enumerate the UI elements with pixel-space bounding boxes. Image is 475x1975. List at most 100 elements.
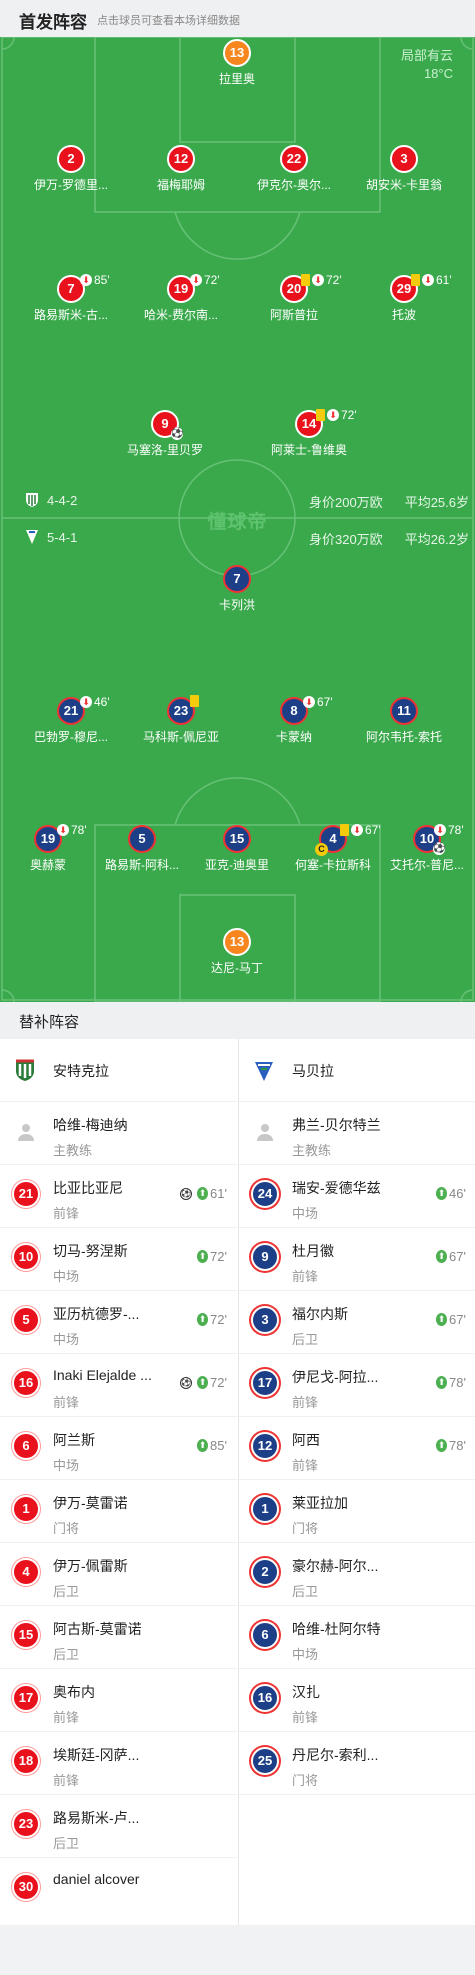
goal-ball-icon: ⚽ xyxy=(180,1187,193,1200)
player-marker[interactable]: 3 胡安米-卡里翁 xyxy=(349,145,459,193)
player-marker[interactable]: 21 ⬇ 46' 巴勃罗-穆尼... xyxy=(16,695,126,745)
sub-player-row[interactable]: 30 daniel alcover xyxy=(0,1858,237,1921)
player-name: 阿莱士-鲁维奥 xyxy=(271,443,347,457)
coach-row[interactable]: 弗兰-贝尔特兰 主教练 xyxy=(239,1102,475,1165)
sub-player-row[interactable]: 24 瑞安-爱德华兹 中场 ⬆ 46' xyxy=(239,1165,475,1228)
player-marker[interactable]: 9 ⚽ 马塞洛-里贝罗 xyxy=(110,410,220,458)
away-subs-column: 马贝拉 弗兰-贝尔特兰 主教练 24 瑞安-爱德华兹 中场 ⬆ 46' 9 杜月徽… xyxy=(238,1039,475,1925)
player-name: 汉扎 xyxy=(292,1684,320,1700)
player-name: 福梅耶姆 xyxy=(156,178,205,192)
player-position: 前锋 xyxy=(53,1395,80,1410)
event-time: 61' xyxy=(210,1186,227,1201)
event-time: 72' xyxy=(210,1312,227,1327)
sub-player-row[interactable]: 1 伊万-莫雷诺 门将 xyxy=(0,1480,237,1543)
sub-player-row[interactable]: 16 汉扎 前锋 xyxy=(239,1669,475,1732)
player-marker[interactable]: 23 马科斯-佩尼亚 xyxy=(126,695,236,745)
player-marker[interactable]: 8 ⬇ 67' 卡蒙纳 xyxy=(239,695,349,745)
event-time: 67' xyxy=(449,1312,466,1327)
player-number: 6 xyxy=(12,1432,40,1460)
sub-in-icon: ⬆ xyxy=(436,1376,448,1389)
player-number: 17 xyxy=(251,1369,279,1397)
event-time: 67' xyxy=(317,695,333,709)
player-marker[interactable]: 7 卡列洪 xyxy=(182,565,292,613)
player-name: 伊克尔-奥尔... xyxy=(257,178,331,192)
player-events: ⬇ 72' xyxy=(264,408,357,422)
player-position: 后卫 xyxy=(53,1647,80,1662)
player-events: ⬆ 78' xyxy=(434,1375,466,1390)
player-name: 胡安米-卡里翁 xyxy=(366,178,442,192)
player-position: 中场 xyxy=(53,1332,80,1347)
player-position: 后卫 xyxy=(53,1836,80,1851)
away-team-header: 马贝拉 xyxy=(239,1039,475,1102)
player-position: 门将 xyxy=(292,1773,319,1788)
player-marker[interactable]: 20 ⬇ 72' 阿斯普拉 xyxy=(239,273,349,323)
player-position: 门将 xyxy=(53,1521,80,1536)
sub-player-row[interactable]: 5 亚历杭德罗-... 中场 ⬆ 72' xyxy=(0,1291,237,1354)
sub-player-row[interactable]: 15 阿古斯-莫雷诺 后卫 xyxy=(0,1606,237,1669)
player-number: 13 xyxy=(223,39,251,67)
player-number: 22 xyxy=(280,145,308,173)
away-team-stats: 身价320万欧 平均26.2岁 xyxy=(287,529,469,548)
event-time: 78' xyxy=(448,823,464,837)
event-time: 61' xyxy=(436,273,452,287)
sub-player-row[interactable]: 2 豪尔赫-阿尔... 后卫 xyxy=(239,1543,475,1606)
player-events: ⬆ 72' xyxy=(195,1312,227,1327)
player-marker[interactable]: 22 伊克尔-奥尔... xyxy=(239,145,349,193)
subs-title: 替补阵容 xyxy=(19,1014,80,1031)
sub-player-row[interactable]: 12 阿西 前锋 ⬆ 78' xyxy=(239,1417,475,1480)
player-events: ⬇ 67' xyxy=(288,823,381,837)
sub-player-row[interactable]: 3 福尔内斯 后卫 ⬆ 67' xyxy=(239,1291,475,1354)
player-marker[interactable]: 10 ⚽ ⬇ 78' 艾托尔-普尼... xyxy=(372,823,475,873)
away-avg-age: 平均26.2岁 xyxy=(404,532,469,547)
subs-panel: 安特克拉 哈维-梅迪纳 主教练 21 比亚比亚尼 前锋 ⚽ ⬆ 61' 10 切马-… xyxy=(0,1039,475,1925)
player-number: 17 xyxy=(12,1684,40,1712)
player-name: 福尔内斯 xyxy=(292,1306,348,1322)
player-marker[interactable]: 15 亚克-迪奥里 xyxy=(182,825,292,873)
sub-player-row[interactable]: 4 伊万-佩雷斯 后卫 xyxy=(0,1543,237,1606)
player-marker[interactable]: 12 福梅耶姆 xyxy=(126,145,236,193)
sub-player-row[interactable]: 10 切马-努涅斯 中场 ⬆ 72' xyxy=(0,1228,237,1291)
player-events: ⬆ 46' xyxy=(434,1186,466,1201)
coach-role: 主教练 xyxy=(53,1143,93,1158)
player-marker[interactable]: 29 ⬇ 61' 托波 xyxy=(349,273,459,323)
player-number: 9 ⚽ xyxy=(151,410,183,440)
player-number: 4 xyxy=(12,1558,40,1586)
player-marker[interactable]: 11 阿尔韦托-索托 xyxy=(349,697,459,745)
yellow-card-icon xyxy=(316,409,325,421)
event-time: 85' xyxy=(94,273,110,287)
player-marker[interactable]: 5 路易斯-阿科... xyxy=(87,825,197,873)
player-marker[interactable]: 14 ⬇ 72' 阿莱士-鲁维奥 xyxy=(254,408,364,458)
player-marker[interactable]: 7 ⬇ 85' 路易斯米-古... xyxy=(16,273,126,323)
player-number: 3 xyxy=(251,1306,279,1334)
player-number: 15 xyxy=(12,1621,40,1649)
player-marker[interactable]: 13 拉里奥 xyxy=(182,39,292,87)
sub-player-row[interactable]: 9 杜月徽 前锋 ⬆ 67' xyxy=(239,1228,475,1291)
coach-row[interactable]: 哈维-梅迪纳 主教练 xyxy=(0,1102,237,1165)
sub-player-row[interactable]: 17 伊尼戈-阿拉... 前锋 ⬆ 78' xyxy=(239,1354,475,1417)
player-marker[interactable]: 19 ⬇ 72' 哈米-费尔南... xyxy=(126,273,236,323)
sub-in-icon: ⬆ xyxy=(197,1187,209,1200)
home-value: 身价200万欧 xyxy=(308,495,383,510)
sub-player-row[interactable]: 18 埃斯廷-冈萨... 前锋 xyxy=(0,1732,237,1795)
player-name: 丹尼尔-索利... xyxy=(292,1747,379,1763)
player-name: 伊万-罗德里... xyxy=(34,178,108,192)
home-team-logo-icon xyxy=(26,493,38,507)
player-number: 2 xyxy=(57,145,85,173)
player-number: 5 xyxy=(128,825,156,853)
away-team-name: 马贝拉 xyxy=(292,1063,334,1079)
sub-player-row[interactable]: 25 丹尼尔-索利... 门将 xyxy=(239,1732,475,1795)
player-position: 后卫 xyxy=(292,1332,319,1347)
player-name: 奥布内 xyxy=(53,1684,95,1700)
home-team-name: 安特克拉 xyxy=(53,1063,109,1079)
player-marker[interactable]: 13 达尼-马丁 xyxy=(182,928,292,976)
sub-player-row[interactable]: 6 哈维-杜阿尔特 中场 xyxy=(239,1606,475,1669)
sub-player-row[interactable]: 16 Inaki Elejalde ... 前锋 ⚽ ⬆ 72' xyxy=(0,1354,237,1417)
sub-player-row[interactable]: 1 莱亚拉加 门将 xyxy=(239,1480,475,1543)
sub-out-icon: ⬇ xyxy=(422,274,434,286)
sub-player-row[interactable]: 6 阿兰斯 中场 ⬆ 85' xyxy=(0,1417,237,1480)
sub-player-row[interactable]: 23 路易斯米-卢... 后卫 xyxy=(0,1795,237,1858)
sub-out-icon: ⬇ xyxy=(434,824,446,836)
sub-player-row[interactable]: 21 比亚比亚尼 前锋 ⚽ ⬆ 61' xyxy=(0,1165,237,1228)
sub-player-row[interactable]: 17 奥布内 前锋 xyxy=(0,1669,237,1732)
player-marker[interactable]: 2 伊万-罗德里... xyxy=(16,145,126,193)
